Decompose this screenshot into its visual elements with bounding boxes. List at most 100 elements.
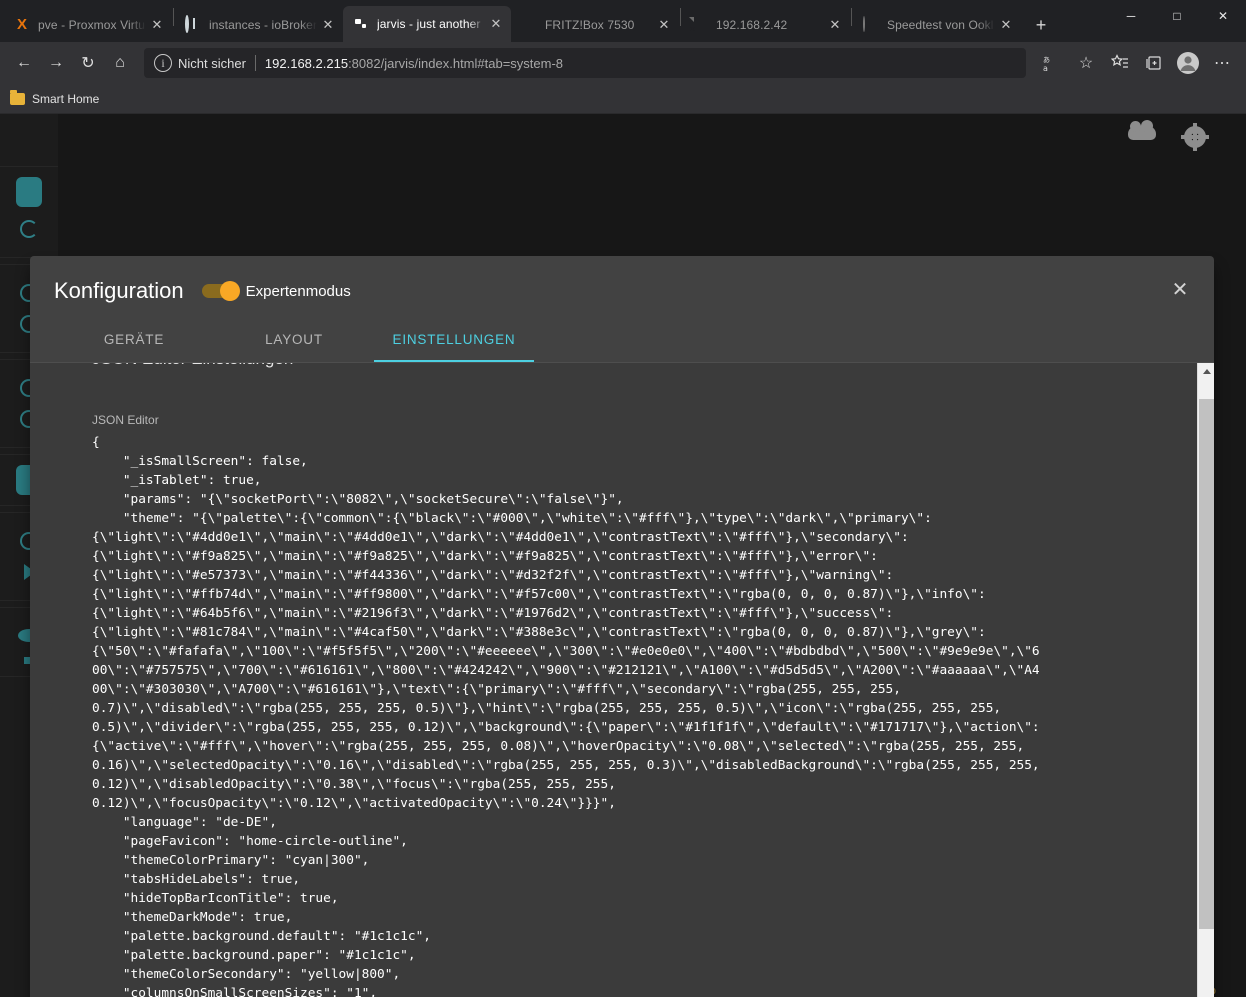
tab-title: instances - ioBroker: [209, 18, 317, 32]
scroll-up-arrow-icon[interactable]: [1198, 363, 1214, 380]
json-line: "theme": "{\"palette\":{\"common\":{\"bl…: [92, 511, 932, 526]
tab-title: Speedtest von Ookl: [887, 18, 994, 32]
json-line: {\"light\":\"#64b5f6\",\"main\":\"#2196f…: [92, 606, 894, 621]
toggle-switch[interactable]: [201, 281, 240, 301]
more-settings-icon[interactable]: ⋯: [1206, 47, 1238, 79]
json-line: "palette.background.paper": "#1c1c1c",: [92, 948, 416, 963]
reload-icon[interactable]: ↻: [72, 47, 104, 79]
json-line: "_isTablet": true,: [92, 473, 262, 488]
tab-close-button[interactable]: ✕: [995, 14, 1017, 36]
svg-text:あ: あ: [1043, 56, 1050, 64]
browser-navbar: ← → ↻ ⌂ i Nicht sicher 192.168.2.215:808…: [0, 42, 1246, 84]
sidebar-item-icon[interactable]: [20, 220, 38, 238]
gear-icon[interactable]: [1181, 123, 1209, 151]
tab-einstellungen[interactable]: EINSTELLUNGEN: [374, 320, 534, 362]
expert-mode-label: Expertenmodus: [245, 282, 351, 300]
expert-mode-toggle[interactable]: Expertenmodus: [201, 281, 351, 301]
omnibox-divider: [254, 55, 256, 71]
browser-tab-proxmox[interactable]: X pve - Proxmox Virtu ✕: [4, 8, 172, 42]
fritzbox-icon: [521, 17, 537, 33]
dialog-body: JSON Editor Einstellungen JSON Editor { …: [30, 362, 1214, 997]
json-line: {\"active\":\"#fff\",\"hover\":\"rgba(25…: [92, 739, 1025, 754]
json-editor-textarea[interactable]: { "_isSmallScreen": false, "_isTablet": …: [92, 433, 1166, 997]
tab-geraete[interactable]: GERÄTE: [54, 320, 214, 362]
json-line: "_isSmallScreen": false,: [92, 454, 308, 469]
cloud-icon[interactable]: [1128, 120, 1156, 140]
tab-close-button[interactable]: ✕: [485, 13, 507, 35]
address-bar[interactable]: i Nicht sicher 192.168.2.215:8082/jarvis…: [144, 48, 1026, 78]
tab-close-button[interactable]: ✕: [317, 14, 339, 36]
maximize-button[interactable]: □: [1154, 0, 1200, 32]
sidebar-item-active[interactable]: [16, 177, 42, 207]
new-tab-button[interactable]: +: [1027, 11, 1055, 39]
json-line: 00\":\"#303030\",\"A700\":\"#616161\"},\…: [92, 682, 901, 697]
bookmark-smart-home[interactable]: Smart Home: [10, 89, 99, 106]
url-host: 192.168.2.215: [264, 55, 349, 71]
json-line: {\"light\":\"#f9a825\",\"main\":\"#f9a82…: [92, 549, 878, 564]
tab-close-button[interactable]: ✕: [824, 14, 846, 36]
minimize-button[interactable]: ─: [1108, 0, 1154, 32]
konfiguration-dialog: Konfiguration Expertenmodus ✕ GERÄTE LAY…: [30, 256, 1214, 997]
document-icon: [692, 17, 708, 33]
tab-divider: [851, 8, 852, 26]
svg-text:a: a: [1043, 64, 1048, 72]
security-status-label: Nicht sicher: [178, 55, 246, 71]
tab-close-button[interactable]: ✕: [146, 14, 168, 36]
tab-layout[interactable]: LAYOUT: [214, 320, 374, 362]
json-line: {\"light\":\"#e57373\",\"main\":\"#f4433…: [92, 568, 894, 583]
speedtest-icon: [863, 16, 879, 33]
browser-window: X pve - Proxmox Virtu ✕ instances - ioBr…: [0, 0, 1246, 997]
json-line: "language": "de-DE",: [92, 815, 277, 830]
profile-icon[interactable]: [1172, 47, 1204, 79]
json-line: 00\":\"#757575\",\"700\":\"#616161\",\"8…: [92, 663, 1040, 678]
favorite-star-icon[interactable]: ☆: [1070, 47, 1102, 79]
tab-close-button[interactable]: ✕: [653, 14, 675, 36]
json-line: "pageFavicon": "home-circle-outline",: [92, 834, 408, 849]
translate-icon[interactable]: あa: [1036, 47, 1068, 79]
dialog-tabs: GERÄTE LAYOUT EINSTELLUNGEN: [54, 320, 1190, 362]
vertical-scrollbar[interactable]: [1197, 363, 1214, 997]
back-icon[interactable]: ←: [8, 47, 40, 79]
close-window-button[interactable]: ✕: [1200, 0, 1246, 32]
home-icon[interactable]: ⌂: [104, 47, 136, 79]
forward-icon[interactable]: →: [40, 47, 72, 79]
browser-tab-192-168-2-42[interactable]: 192.168.2.42 ✕: [682, 8, 850, 42]
navbar-icons: あa ☆ ⋯: [1034, 47, 1238, 79]
scrollbar-thumb[interactable]: [1199, 399, 1214, 929]
tab-title: 192.168.2.42: [716, 18, 788, 32]
url-text: 192.168.2.215:8082/jarvis/index.html#tab…: [265, 56, 563, 71]
json-line: 0.16)\",\"selectedOpacity\":\"0.16\",\"d…: [92, 758, 1040, 773]
tab-title: pve - Proxmox Virtu: [38, 18, 146, 32]
section-title: JSON Editor Einstellungen: [92, 363, 293, 369]
toggle-knob: [219, 281, 240, 301]
tab-divider: [680, 8, 681, 26]
jarvis-icon: [353, 16, 369, 32]
json-line: {\"light\":\"#81c784\",\"main\":\"#4caf5…: [92, 625, 986, 640]
browser-tab-speedtest[interactable]: Speedtest von Ookl ✕: [853, 8, 1021, 42]
browser-tab-iobroker[interactable]: instances - ioBroker ✕: [175, 8, 343, 42]
info-icon[interactable]: i: [154, 54, 172, 72]
settings-scroll-content: JSON Editor Einstellungen JSON Editor { …: [30, 363, 1198, 997]
bookmarks-bar: Smart Home: [0, 84, 1246, 114]
browser-tab-fritzbox[interactable]: FRITZ!Box 7530 ✕: [511, 8, 679, 42]
favorites-list-icon[interactable]: [1104, 47, 1136, 79]
dialog-title-row: Konfiguration Expertenmodus: [54, 278, 1190, 304]
json-line: 0.12)\",\"focusOpacity\":\"0.12\",\"acti…: [92, 796, 616, 811]
url-path: :8082/jarvis/index.html#tab=system-8: [348, 55, 564, 71]
collections-icon[interactable]: [1138, 47, 1170, 79]
json-line: "palette.background.default": "#1c1c1c",: [92, 929, 431, 944]
json-line: "columnsOnSmallScreenSizes": "1",: [92, 986, 378, 997]
folder-icon: [10, 89, 25, 105]
iobroker-icon: [185, 15, 201, 33]
close-icon[interactable]: ✕: [1166, 276, 1194, 304]
json-line: "hideTopBarIconTitle": true,: [92, 891, 339, 906]
dialog-header: Konfiguration Expertenmodus ✕ GERÄTE LAY…: [30, 256, 1214, 362]
json-line: {\"50\":\"#fafafa\",\"100\":\"#f5f5f5\",…: [92, 644, 1040, 659]
tab-strip: X pve - Proxmox Virtu ✕ instances - ioBr…: [0, 0, 1108, 42]
json-line: "themeDarkMode": true,: [92, 910, 293, 925]
browser-titlebar: X pve - Proxmox Virtu ✕ instances - ioBr…: [0, 0, 1246, 42]
tab-title: jarvis - just another: [377, 17, 481, 31]
tab-title: FRITZ!Box 7530: [545, 18, 635, 32]
app-top-icons: [1128, 120, 1209, 151]
browser-tab-jarvis[interactable]: jarvis - just another ✕: [343, 6, 511, 42]
